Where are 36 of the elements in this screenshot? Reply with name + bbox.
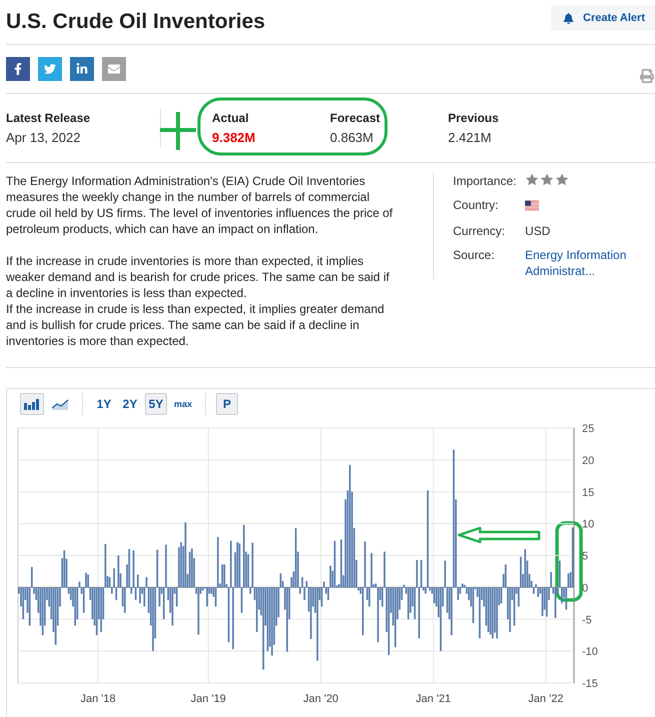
y-tick-label: 15 — [582, 486, 594, 499]
detail-label: Importance: — [453, 173, 518, 189]
period-button[interactable]: 5Y — [145, 393, 167, 415]
description-paragraph: If the increase in crude is less than expected, it implies greater demand and is bullish for crude prices. The same can be said if a decline in inventories is more than expected. — [6, 301, 386, 349]
y-tick-label: 25 — [582, 423, 594, 435]
x-tick-label: Jan '20 — [303, 693, 338, 705]
detail-label: Currency: — [453, 223, 506, 239]
x-tick-label: Jan '18 — [80, 693, 116, 705]
release-value: 0.863M — [330, 130, 374, 145]
release-column-label: Previous — [448, 111, 500, 125]
release-column-label: Actual — [212, 111, 250, 125]
period-button[interactable]: 2Y — [119, 393, 141, 415]
release-column-label: Forecast — [330, 111, 382, 125]
detail-label: Source: — [453, 247, 496, 264]
release-date: Apr 13, 2022 — [6, 130, 82, 145]
y-tick-label: -15 — [582, 678, 598, 690]
latest-release-label: Latest Release — [6, 111, 92, 125]
p-button[interactable]: P — [216, 393, 238, 415]
x-tick-label: Jan '22 — [528, 693, 564, 705]
period-button[interactable]: max — [171, 393, 196, 415]
x-tick-label: Jan '19 — [190, 693, 226, 705]
y-tick-label: -5 — [582, 614, 592, 626]
x-tick-label: Jan '21 — [416, 693, 451, 705]
description-paragraph: The Energy Information Administration's (EIA) Crude Oil Inventories measures the weekly change in the number of barrels of commercial crude oil held by US firms. The level of inventories influences the price of petroleum products, which can have an impact on inflation. — [6, 173, 393, 237]
period-button[interactable]: 1Y — [93, 393, 115, 415]
page-title: U.S. Crude Oil Inventories — [6, 10, 266, 34]
y-tick-label: 10 — [582, 518, 594, 531]
source-link[interactable]: Energy Information Administrat... — [525, 247, 655, 279]
y-tick-label: -10 — [582, 646, 598, 658]
currency-value: USD — [525, 223, 552, 239]
y-tick-label: 20 — [582, 454, 594, 467]
create-alert-button[interactable]: Create Alert — [551, 5, 655, 31]
release-value: 2.421M — [448, 130, 492, 145]
release-value: 9.382M — [212, 130, 256, 145]
detail-label: Country: — [453, 197, 500, 214]
description-paragraph: If the increase in crude inventories is more than expected, it implies weaker demand and is bearish for crude prices. The same can be said if a decline in inventories is less than expected. — [6, 253, 390, 301]
